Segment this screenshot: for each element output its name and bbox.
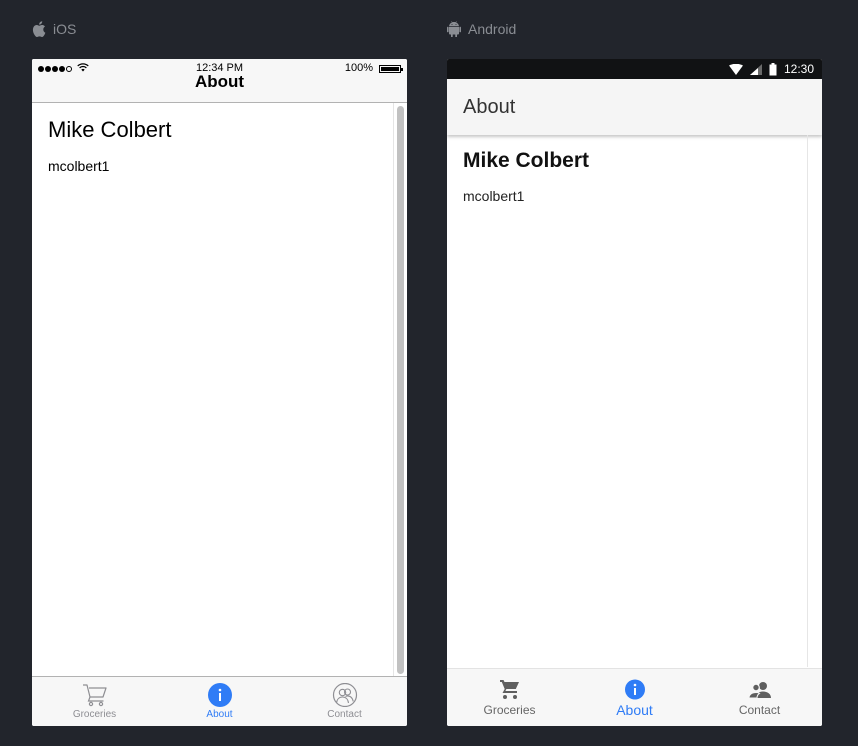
wifi-icon	[728, 63, 743, 75]
info-icon	[624, 679, 645, 700]
cell-signal-icon	[749, 63, 762, 75]
tab-label: Groceries	[72, 709, 117, 720]
tab-label: About	[616, 702, 653, 718]
tab-label: About	[206, 709, 233, 720]
ios-tab-bar: Groceries About Contact	[32, 676, 407, 726]
android-status-time: 12:30	[783, 62, 814, 76]
ios-label-text: iOS	[53, 21, 77, 37]
contact-icon	[332, 683, 357, 707]
page-title: About	[194, 72, 245, 91]
tab-about[interactable]: About	[572, 669, 697, 726]
info-icon	[207, 683, 232, 707]
tab-about[interactable]: About	[157, 677, 282, 726]
ios-navigation-bar: 12:34 PM 100% About	[32, 59, 407, 103]
profile-name: Mike Colbert	[463, 149, 590, 172]
profile-username: mcolbert1	[48, 158, 110, 174]
tab-groceries[interactable]: Groceries	[447, 669, 572, 726]
battery-icon	[769, 62, 777, 75]
contact-icon	[747, 682, 771, 699]
tab-label: Contact	[738, 703, 781, 717]
cart-icon	[82, 684, 107, 707]
scrollbar[interactable]	[397, 106, 404, 674]
ios-platform-label: iOS	[32, 18, 76, 40]
content-divider	[807, 135, 808, 667]
android-icon	[447, 21, 461, 37]
page-title: About	[463, 96, 516, 118]
cart-icon	[499, 680, 519, 699]
tab-contact[interactable]: Contact	[697, 669, 822, 726]
profile-name: Mike Colbert	[48, 117, 172, 142]
android-phone-screen: 12:30 About Mike Colbert mcolbert1 Groce…	[447, 59, 822, 726]
android-status-bar: 12:30	[447, 59, 822, 79]
android-content-area: Mike Colbert mcolbert1	[463, 149, 806, 204]
profile-username: mcolbert1	[463, 188, 525, 204]
tab-label: Contact	[327, 709, 362, 720]
ios-content-area: Mike Colbert mcolbert1	[48, 117, 391, 174]
android-bottom-navigation: Groceries About Contact	[447, 668, 822, 726]
android-label-text: Android	[468, 21, 517, 37]
apple-icon	[32, 21, 46, 37]
tab-contact[interactable]: Contact	[282, 677, 407, 726]
ios-phone-screen: 12:34 PM 100% About Mike Colbert mcolber…	[32, 59, 407, 726]
android-app-bar: About	[447, 79, 822, 135]
android-platform-label: Android	[447, 18, 516, 40]
tab-label: Groceries	[483, 703, 536, 717]
tab-groceries[interactable]: Groceries	[32, 677, 157, 726]
